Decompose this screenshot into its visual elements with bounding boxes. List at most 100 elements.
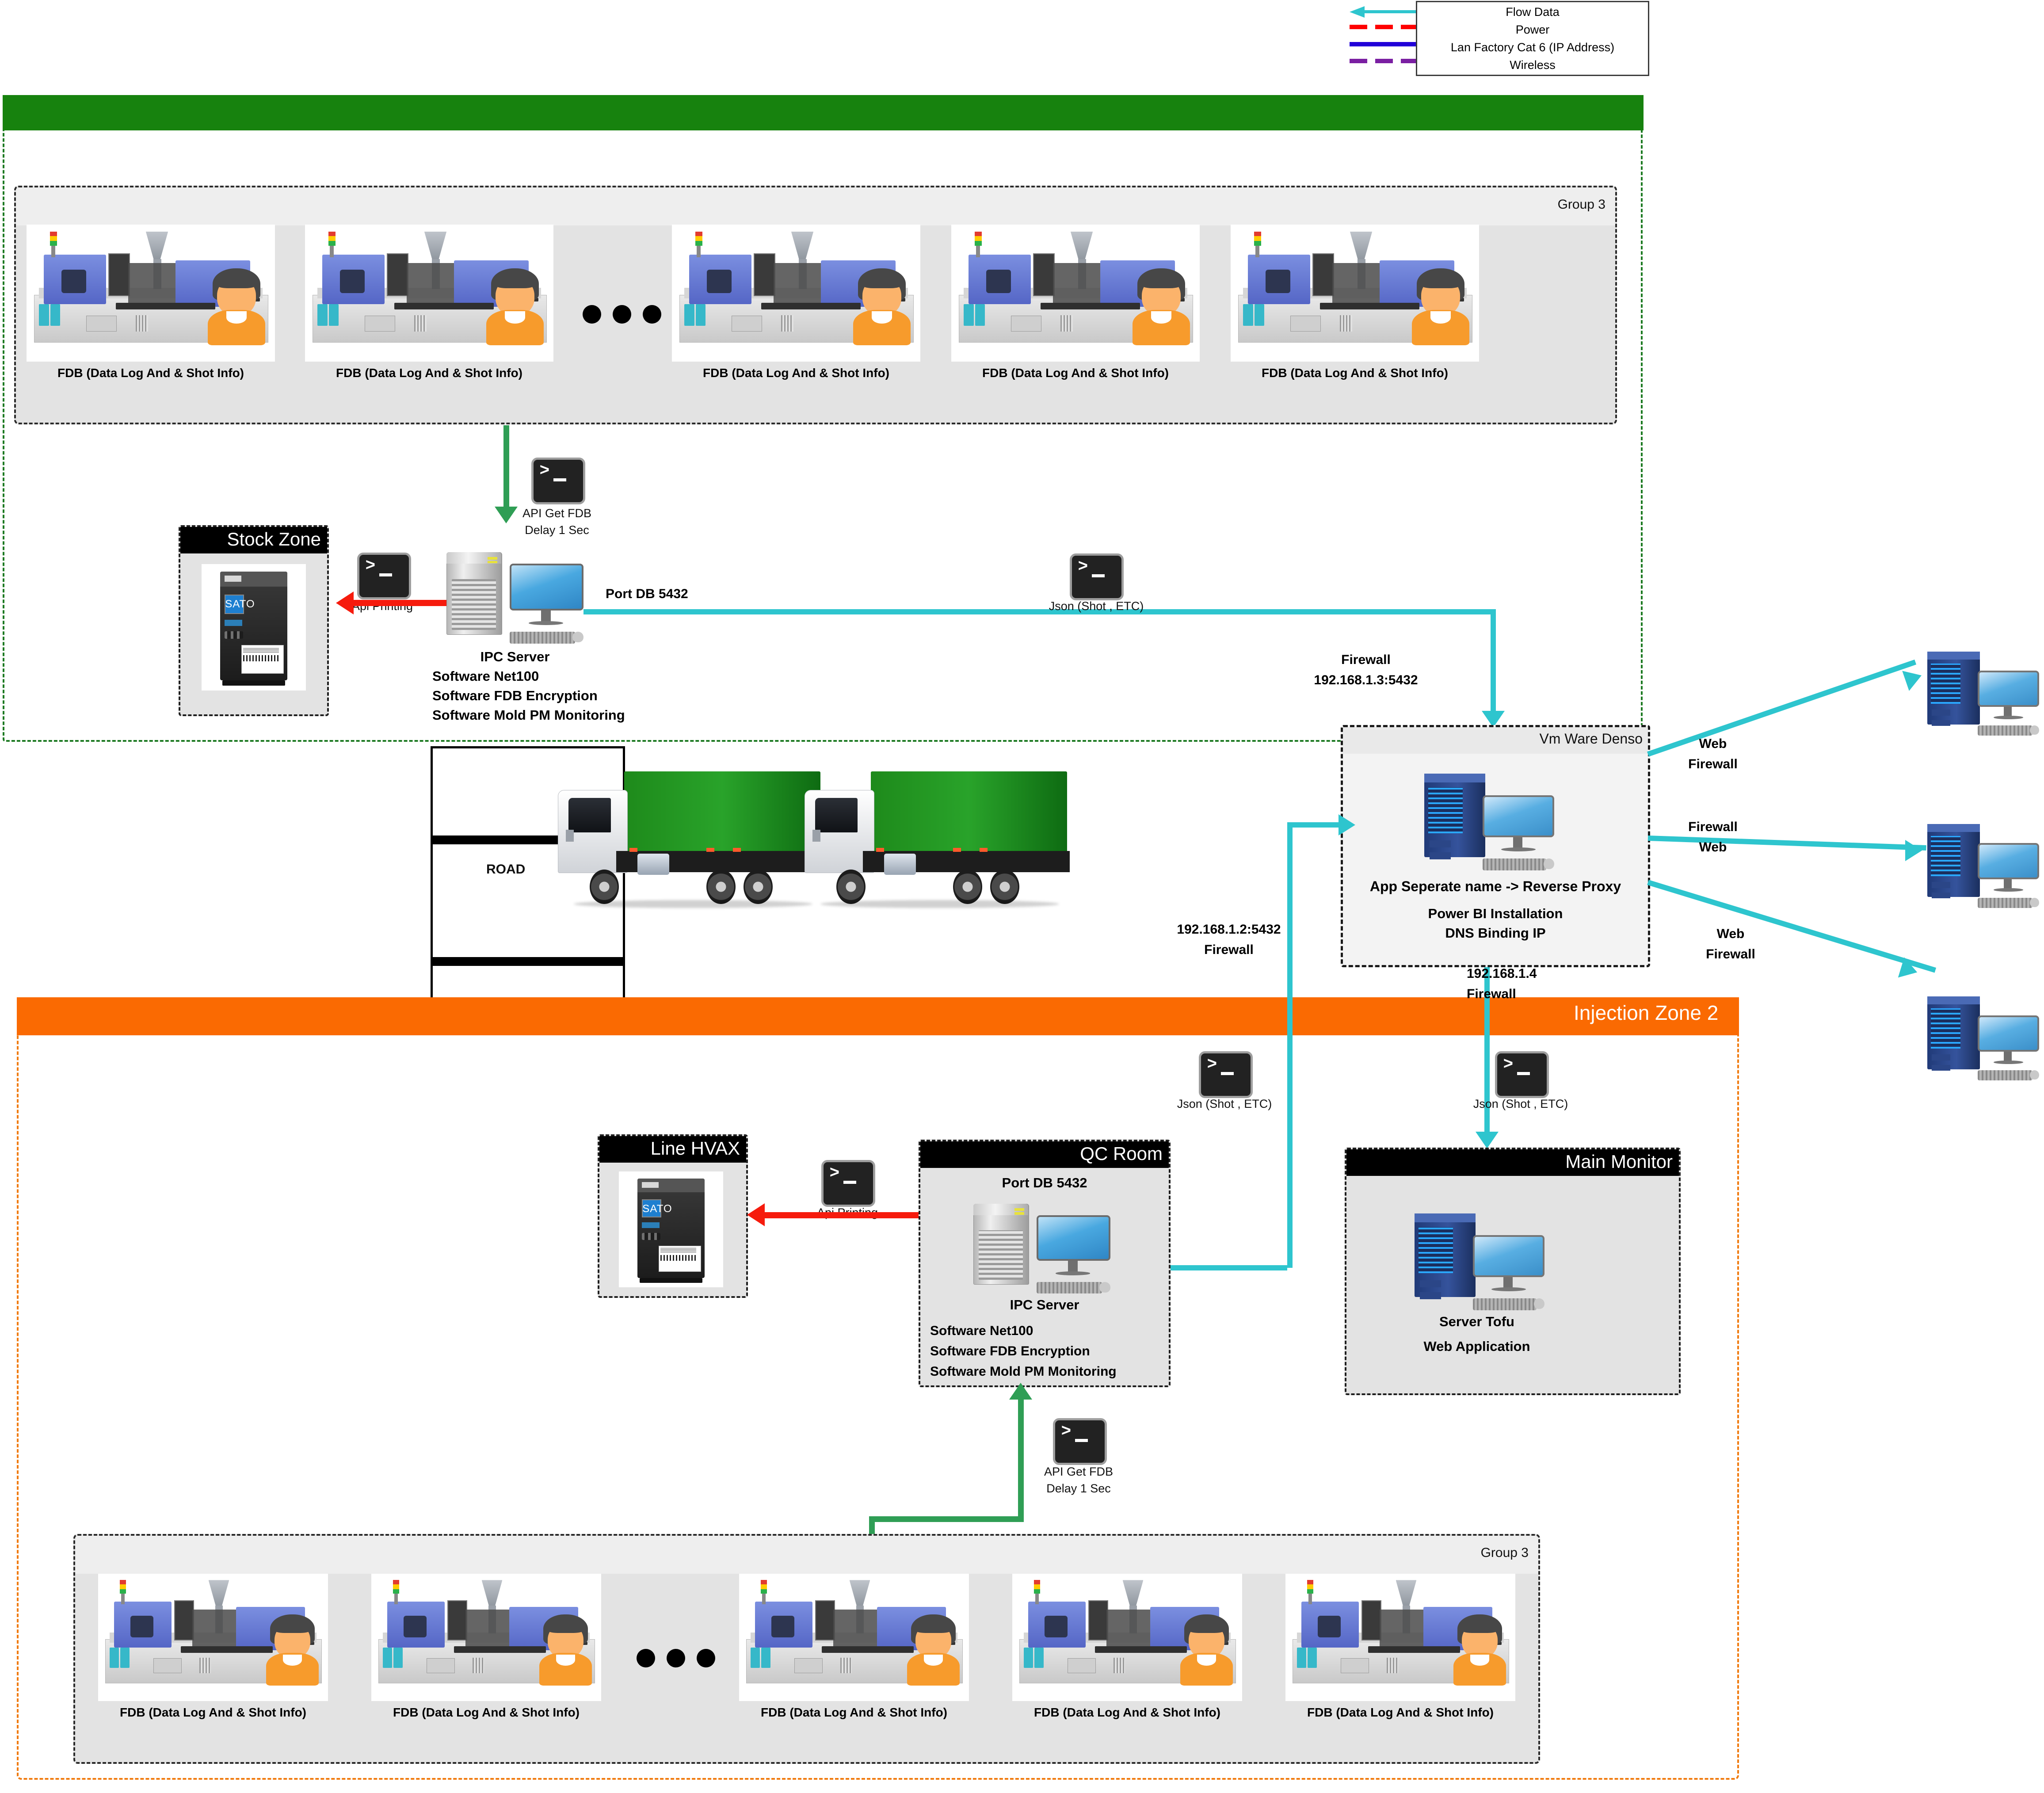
api-get-fdb-bottom-line2: Delay 1 Sec — [1046, 1482, 1111, 1495]
qc-software-2: Software FDB Encryption — [930, 1344, 1090, 1358]
operator-avatar-icon — [266, 1614, 319, 1686]
blue-server-icon — [1412, 1211, 1544, 1311]
machine-card[interactable]: 110U FDB (Data Log And & Shot Info) — [1012, 1574, 1242, 1719]
vmware-server-icon-wrap[interactable] — [1422, 771, 1554, 871]
vmware-line3: DNS Binding IP — [1445, 925, 1546, 941]
stock-zone-printer-frame: SATO — [202, 564, 306, 690]
blue-server-icon — [1925, 650, 2039, 736]
ipc-server-icon — [973, 1200, 1110, 1295]
power-line-bottom — [765, 1212, 928, 1218]
flow-line-qc-to-vmware — [1287, 822, 1345, 828]
api-get-fdb-line1: API Get FDB — [522, 507, 592, 520]
injection-molding-machine-icon: 110U — [739, 1574, 969, 1701]
injection-zone-2-title: Injection Zone 2 — [1574, 1001, 1719, 1024]
ipc-software-1: Software Net100 — [432, 668, 539, 684]
client-station-1[interactable] — [1925, 650, 2039, 736]
line-hvax-box: Line HVAX SATO — [598, 1134, 748, 1298]
legend-item-flow-data: Flow Data — [1506, 5, 1560, 19]
api-flow-line-bottom-h — [869, 1516, 1024, 1522]
stock-zone-header: Stock Zone — [180, 527, 327, 553]
machine-card[interactable]: 110U FDB (Data Log And & Shot Info) — [305, 225, 553, 380]
legend-lan-line — [1350, 42, 1422, 46]
machine-label: FDB (Data Log And & Shot Info) — [982, 366, 1169, 380]
firewall-zone1-line2: 192.168.1.3:5432 — [1314, 673, 1418, 687]
operator-avatar-icon — [1412, 268, 1469, 345]
api-flow-line-bottom-v2 — [1018, 1400, 1024, 1519]
firewall-main-line2: Firewall — [1467, 987, 1516, 1001]
machine-label: FDB (Data Log And & Shot Info) — [1307, 1705, 1494, 1719]
terminal-icon-json-bottom — [1495, 1051, 1549, 1098]
injection-molding-machine-icon: 110U — [951, 225, 1200, 362]
vmware-denso-title: Vm Ware Denso — [1539, 731, 1643, 747]
client-3-line1: Web — [1716, 927, 1745, 941]
qc-ipc-server-title: IPC Server — [1010, 1297, 1079, 1312]
operator-avatar-icon — [208, 268, 265, 345]
machine-card[interactable]: 110U FDB (Data Log And & Shot Info) — [1231, 225, 1479, 380]
label-printer-icon: SATO — [619, 1171, 723, 1287]
machine-card[interactable]: 110U FDB (Data Log And & Shot Info) — [1285, 1574, 1515, 1719]
client-station-2[interactable] — [1925, 822, 2039, 909]
firewall-zone1-line1: Firewall — [1341, 652, 1391, 667]
power-arrow-top — [336, 591, 354, 614]
qc-software-list: Software Net100 Software FDB Encryption … — [930, 1321, 1169, 1382]
legend-wireless-line — [1350, 59, 1422, 63]
group-bottom-label: Group 3 — [1480, 1545, 1529, 1560]
client-3-line2: Firewall — [1706, 947, 1755, 961]
client-2-label: Firewall Web — [1662, 817, 1764, 858]
ipc-server-zone1-software: Software Net100 Software FDB Encryption … — [432, 667, 662, 725]
terminal-caption-json-top: Json (Shot , ETC) — [1034, 598, 1158, 614]
operator-avatar-icon — [1133, 268, 1190, 345]
api-flow-arrow-bottom — [1009, 1383, 1032, 1400]
vmware-denso-header: Vm Ware Denso — [1343, 727, 1648, 754]
ipc-server-zone1-title: IPC Server — [480, 649, 550, 664]
diagram-canvas: Flow Data Power Lan Factory Cat 6 (IP Ad… — [0, 0, 2044, 1793]
qc-software-1: Software Net100 — [930, 1324, 1033, 1338]
qc-room-box: QC Room Port DB 5432 IPC Server Software… — [919, 1140, 1171, 1387]
ellipsis-bottom — [637, 1649, 715, 1667]
machine-card[interactable]: 110U FDB (Data Log And & Shot Info) — [371, 1574, 601, 1719]
api-get-fdb-line2: Delay 1 Sec — [525, 523, 589, 537]
legend-power-line — [1350, 25, 1422, 29]
line-hvax-printer-frame: SATO — [619, 1171, 723, 1287]
blue-server-icon — [1925, 995, 2039, 1081]
flow-arrow-qc-into-vmware — [1339, 814, 1355, 835]
qc-ipc-server[interactable] — [973, 1200, 1110, 1295]
injection-molding-machine-icon: 110U — [1285, 1574, 1515, 1701]
group-top-header: Group 3 — [16, 187, 1615, 225]
machine-card[interactable]: 110U FDB (Data Log And & Shot Info) — [739, 1574, 969, 1719]
terminal-caption-api-get-fdb-bottom: API Get FDB Delay 1 Sec — [1012, 1463, 1145, 1497]
legend-item-wireless: Wireless — [1510, 58, 1556, 72]
machine-card[interactable]: 110U FDB (Data Log And & Shot Info) — [951, 225, 1200, 380]
client-1-line1: Web — [1699, 736, 1727, 751]
qc-port-db-label: Port DB 5432 — [1002, 1175, 1087, 1190]
terminal-caption-json-mid: Json (Shot , ETC) — [1163, 1095, 1286, 1112]
truck-icon-2 — [805, 771, 1070, 908]
legend-item-power: Power — [1515, 23, 1550, 36]
machine-label: FDB (Data Log And & Shot Info) — [393, 1705, 580, 1719]
machine-card[interactable]: 110U FDB (Data Log And & Shot Info) — [672, 225, 920, 380]
injection-molding-machine-icon: 110U — [1231, 225, 1479, 362]
terminal-icon-api-printing-top — [357, 553, 411, 599]
client-2-line2: Web — [1699, 840, 1727, 855]
vmware-denso-box: Vm Ware Denso App Seperate name -> Rever… — [1341, 725, 1650, 967]
truck-icon-1 — [558, 771, 823, 908]
injection-molding-machine-icon: 110U — [98, 1574, 328, 1701]
main-monitor-server[interactable] — [1412, 1211, 1544, 1311]
api-flow-line-top — [503, 425, 509, 509]
operator-avatar-icon — [853, 268, 911, 345]
terminal-icon-api-get-fdb-bottom — [1053, 1418, 1107, 1465]
machine-card[interactable]: 110U FDB (Data Log And & Shot Info) — [27, 225, 275, 380]
ellipsis-top — [583, 305, 661, 324]
main-monitor-title: Main Monitor — [1565, 1151, 1673, 1172]
client-station-3[interactable] — [1925, 995, 2039, 1081]
machine-label: FDB (Data Log And & Shot Info) — [761, 1705, 947, 1719]
ipc-software-3: Software Mold PM Monitoring — [432, 707, 625, 723]
stock-zone-title: Stock Zone — [227, 529, 321, 549]
terminal-caption-json-bottom: Json (Shot , ETC) — [1459, 1095, 1583, 1112]
machine-card[interactable]: 110U FDB (Data Log And & Shot Info) — [98, 1574, 328, 1719]
firewall-main-line1: 192.168.1.4 — [1467, 966, 1537, 981]
ipc-server-zone1[interactable] — [446, 548, 583, 645]
flow-line-qc-vertical — [1287, 822, 1293, 1268]
client-2-line1: Firewall — [1688, 820, 1738, 834]
vmware-line2: Power BI Installation — [1428, 906, 1563, 921]
